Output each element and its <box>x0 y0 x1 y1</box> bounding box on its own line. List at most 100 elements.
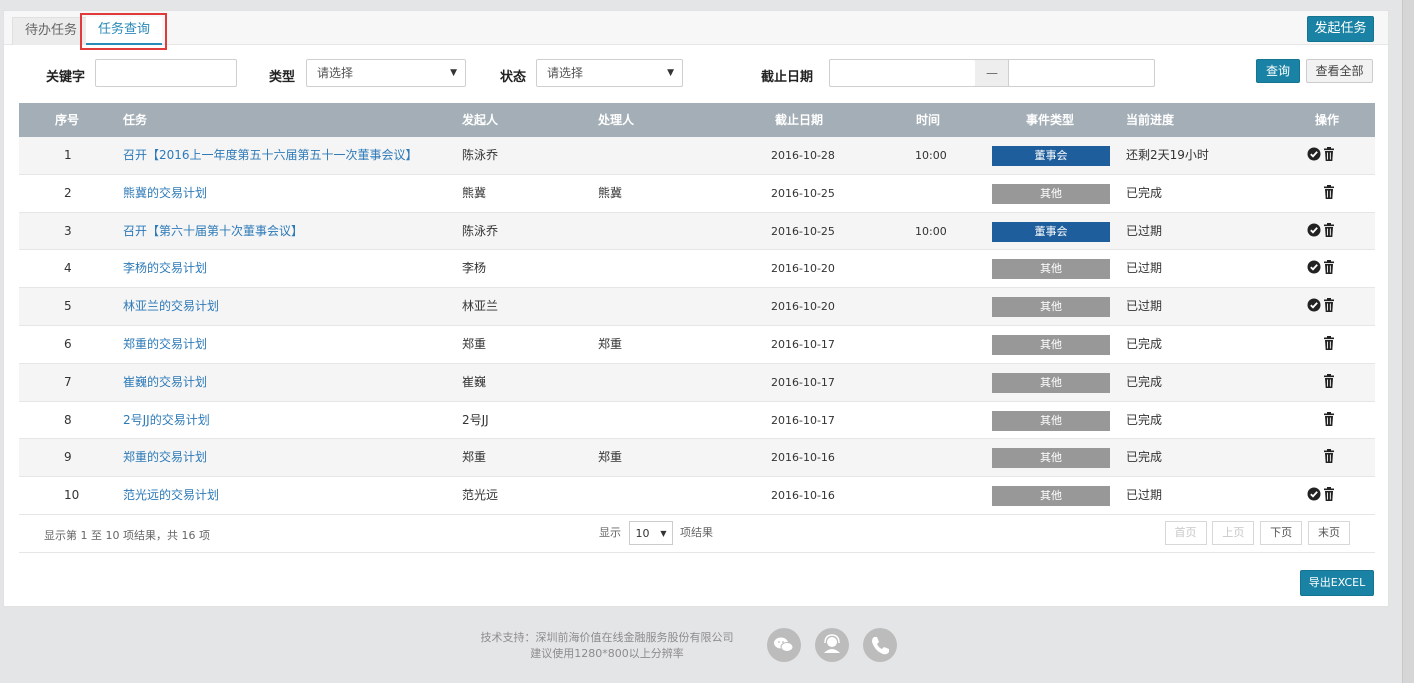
row-actions <box>1305 222 1337 241</box>
check-circle-icon[interactable] <box>1307 147 1321 163</box>
row-deadline: 2016-10-17 <box>771 375 835 389</box>
row-initiator: 熊冀 <box>462 185 487 200</box>
deadline-start-input[interactable] <box>829 59 976 87</box>
phone-icon[interactable] <box>863 628 897 662</box>
row-initiator: 崔巍 <box>462 374 487 389</box>
table-row: 1 召开【2016上一年度第五十六届第五十一次董事会议】 陈泳乔 2016-10-28… <box>19 137 1375 175</box>
row-event-type-badge: 其他 <box>992 410 1110 431</box>
row-deadline: 2016-10-28 <box>771 149 835 162</box>
tab-pending-tasks[interactable]: 待办任务 <box>12 17 91 45</box>
trash-icon[interactable] <box>1323 147 1337 163</box>
row-actions <box>1321 373 1337 392</box>
trash-icon[interactable] <box>1323 373 1337 390</box>
table-body: 1 召开【2016上一年度第五十六届第五十一次董事会议】 陈泳乔 2016-10-28… <box>19 137 1375 515</box>
row-initiator: 2号JJ <box>462 412 489 427</box>
status-select[interactable]: 请选择 ▼ <box>536 59 683 87</box>
row-event-type-badge: 其他 <box>992 372 1110 393</box>
row-deadline: 2016-10-25 <box>771 186 835 200</box>
trash-icon[interactable] <box>1323 222 1337 239</box>
row-initiator: 范光远 <box>462 488 499 503</box>
row-task-link[interactable]: 郑重的交易计划 <box>123 439 207 476</box>
row-task-link[interactable]: 李杨的交易计划 <box>123 250 207 287</box>
row-progress: 已完成 <box>1126 412 1163 427</box>
check-circle-icon[interactable] <box>1307 260 1321 276</box>
page-size-control: 显示 10 ▼ 项结果 <box>599 520 713 545</box>
row-task-link[interactable]: 范光远的交易计划 <box>123 477 219 514</box>
keyword-input[interactable] <box>95 59 237 87</box>
trash-icon[interactable] <box>1323 335 1337 352</box>
status-label: 状态 <box>500 70 527 85</box>
page-size-select[interactable]: 10 ▼ <box>628 520 673 545</box>
header-index: 序号 <box>55 113 80 127</box>
row-deadline: 2016-10-17 <box>771 413 835 427</box>
tab-task-query[interactable]: 任务查询 <box>86 17 163 45</box>
header-task: 任务 <box>123 113 148 127</box>
last-page-button[interactable]: 末页 <box>1308 520 1350 545</box>
check-circle-icon[interactable] <box>1307 223 1321 239</box>
show-label: 显示 <box>599 525 621 539</box>
row-task-link[interactable]: 崔巍的交易计划 <box>123 364 207 401</box>
row-task-link[interactable]: 林亚兰的交易计划 <box>123 288 219 325</box>
first-page-button[interactable]: 首页 <box>1164 520 1207 545</box>
header-time: 时间 <box>916 113 941 127</box>
row-event-type-badge: 其他 <box>992 259 1110 280</box>
row-actions <box>1321 184 1337 203</box>
row-event-type-badge: 其他 <box>992 297 1110 318</box>
prev-page-button[interactable]: 上页 <box>1212 520 1255 545</box>
status-select-value: 请选择 <box>547 66 584 80</box>
row-index: 6 <box>64 336 72 351</box>
row-task-link[interactable]: 郑重的交易计划 <box>123 326 207 363</box>
launch-task-button[interactable]: 发起任务 <box>1307 16 1374 42</box>
deadline-end-input[interactable] <box>1008 59 1155 87</box>
row-task-link[interactable]: 召开【2016上一年度第五十六届第五十一次董事会议】 <box>123 137 418 174</box>
row-task-link[interactable]: 熊冀的交易计划 <box>123 175 207 212</box>
next-page-button[interactable]: 下页 <box>1260 520 1303 545</box>
type-select[interactable]: 请选择 ▼ <box>306 59 466 87</box>
scrollbar[interactable] <box>1402 0 1414 683</box>
row-actions <box>1305 298 1337 316</box>
type-label: 类型 <box>269 70 296 85</box>
check-circle-icon[interactable] <box>1307 298 1321 314</box>
resolution-text: 建议使用1280*800以上分辨率 <box>530 647 684 660</box>
row-deadline: 2016-10-20 <box>771 262 835 276</box>
page-size-value: 10 <box>635 526 650 540</box>
row-index: 4 <box>64 261 72 276</box>
row-index: 9 <box>64 450 72 465</box>
row-time: 10:00 <box>915 224 947 238</box>
row-event-type-badge: 其他 <box>992 334 1110 355</box>
row-handler: 熊冀 <box>598 185 623 200</box>
row-progress: 已过期 <box>1126 261 1163 276</box>
row-task-link[interactable]: 召开【第六十届第十次董事会议】 <box>123 213 303 250</box>
row-actions <box>1305 260 1337 278</box>
export-excel-button[interactable]: 导出EXCEL <box>1300 570 1374 596</box>
header-event-type: 事件类型 <box>1026 113 1075 127</box>
trash-icon[interactable] <box>1323 260 1337 276</box>
table-row: 8 2号JJ的交易计划 2号JJ 2016-10-17 其他 已完成 <box>19 401 1375 440</box>
row-initiator: 李杨 <box>462 261 487 276</box>
support-text: 技术支持：深圳前海价值在线金融服务股份有限公司 <box>480 631 734 644</box>
trash-icon[interactable] <box>1323 184 1337 201</box>
query-button[interactable]: 查询 <box>1256 59 1300 83</box>
trash-icon[interactable] <box>1323 449 1337 465</box>
tab-bar: 待办任务 任务查询 发起任务 <box>4 11 1388 50</box>
task-table: 序号 任务 发起人 处理人 截止日期 时间 事件类型 当前进度 操作 1 召开【2… <box>19 103 1375 553</box>
wechat-icon[interactable] <box>767 628 801 662</box>
row-task-link[interactable]: 2号JJ的交易计划 <box>123 402 210 439</box>
header-initiator: 发起人 <box>462 113 499 127</box>
trash-icon[interactable] <box>1323 487 1337 503</box>
footer-text: 技术支持：深圳前海价值在线金融服务股份有限公司 建议使用1280*800以上分辨… <box>472 630 742 662</box>
trash-icon[interactable] <box>1323 298 1337 314</box>
table-header: 序号 任务 发起人 处理人 截止日期 时间 事件类型 当前进度 操作 <box>19 103 1375 137</box>
row-event-type-badge: 董事会 <box>992 146 1110 166</box>
row-actions <box>1305 147 1337 165</box>
customer-service-icon[interactable] <box>815 628 849 662</box>
row-progress: 已过期 <box>1126 299 1163 314</box>
row-progress: 已完成 <box>1126 374 1163 389</box>
check-circle-icon[interactable] <box>1307 487 1321 503</box>
view-all-button[interactable]: 查看全部 <box>1306 59 1373 83</box>
row-event-type-badge: 其他 <box>992 486 1110 507</box>
trash-icon[interactable] <box>1323 411 1337 428</box>
row-index: 7 <box>64 374 72 389</box>
row-actions <box>1321 411 1337 430</box>
chevron-down-icon: ▼ <box>667 68 674 78</box>
